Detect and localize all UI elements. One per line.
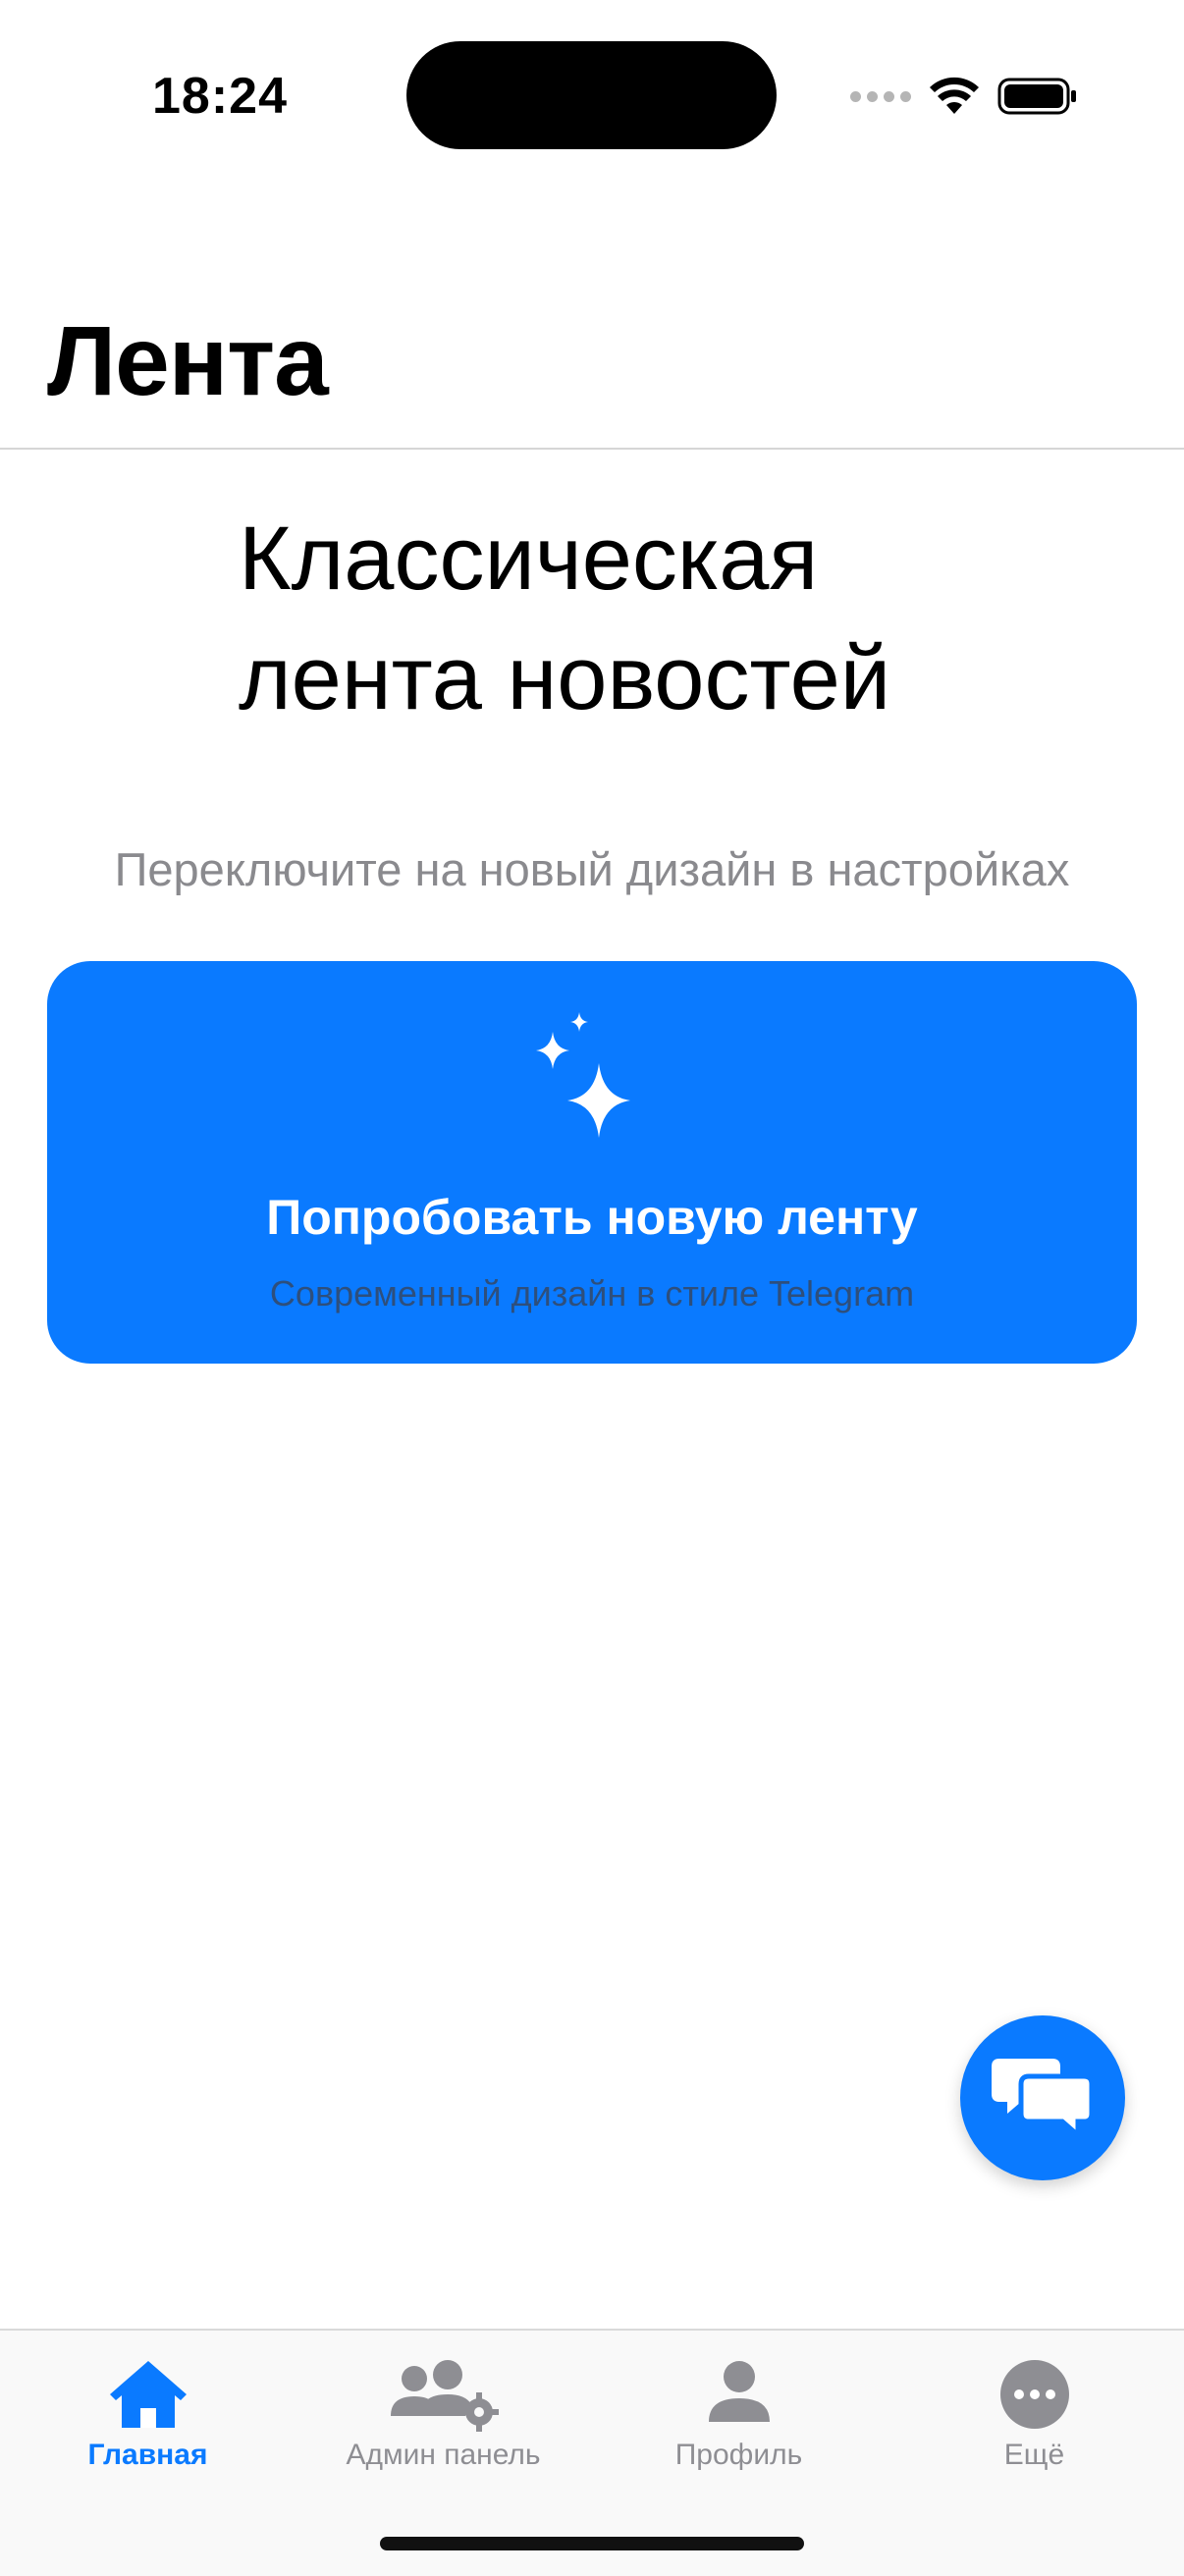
chat-bubbles-icon bbox=[992, 2059, 1094, 2141]
tab-more-label: Ещё bbox=[1003, 2439, 1065, 2471]
dynamic-island bbox=[406, 41, 777, 149]
ellipsis-circle-icon bbox=[887, 2350, 1182, 2439]
promo-subtitle: Современный дизайн в стиле Telegram bbox=[269, 1273, 915, 1314]
sparkles-icon bbox=[536, 1012, 630, 1138]
status-bar: 18:24 bbox=[0, 0, 1184, 187]
users-gear-icon bbox=[296, 2350, 591, 2439]
chat-button[interactable] bbox=[960, 2015, 1125, 2180]
nav-divider bbox=[0, 448, 1184, 450]
tab-profile-label: Профиль bbox=[674, 2439, 803, 2471]
home-indicator[interactable] bbox=[380, 2537, 804, 2550]
tab-admin-panel[interactable]: Админ панель bbox=[296, 2331, 591, 2488]
promo-title: Попробовать новую ленту bbox=[266, 1190, 918, 1245]
battery-icon bbox=[997, 78, 1076, 115]
house-icon bbox=[0, 2350, 296, 2439]
tab-home[interactable]: Главная bbox=[0, 2331, 296, 2488]
tab-more[interactable]: Ещё bbox=[887, 2331, 1182, 2488]
status-time: 18:24 bbox=[152, 68, 288, 125]
page-title: Лента bbox=[47, 306, 329, 416]
headline-line-2: лента новостей bbox=[239, 628, 891, 728]
classic-feed-headline: Классическая лента новостей bbox=[239, 499, 1024, 738]
tab-admin-panel-label: Админ панель bbox=[346, 2439, 541, 2471]
headline-line-1: Классическая bbox=[239, 509, 819, 609]
status-indicators bbox=[850, 69, 1078, 124]
cellular-signal-icon bbox=[850, 90, 911, 102]
person-icon bbox=[591, 2350, 887, 2439]
tab-profile[interactable]: Профиль bbox=[591, 2331, 887, 2488]
tab-home-label: Главная bbox=[87, 2439, 208, 2471]
wifi-icon bbox=[930, 77, 979, 114]
try-new-feed-button[interactable]: Попробовать новую ленту Современный диза… bbox=[47, 961, 1137, 1364]
settings-hint: Переключите на новый дизайн в настройках bbox=[114, 843, 1070, 895]
